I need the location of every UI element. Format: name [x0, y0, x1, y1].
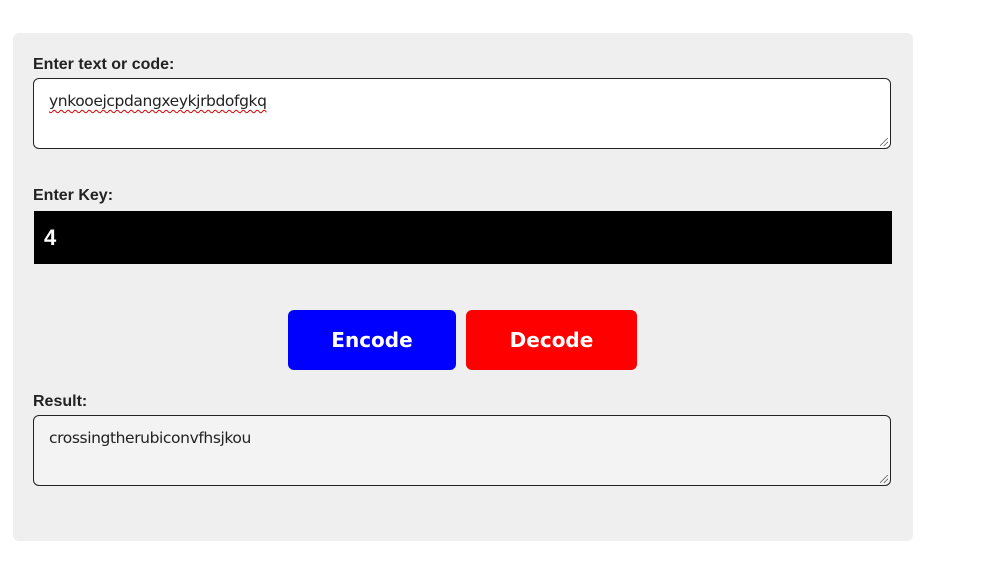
- input-label: Enter text or code:: [33, 56, 175, 73]
- key-label: Enter Key:: [33, 187, 114, 204]
- text-input-area[interactable]: ynkooejcpdangxeykjrbdofgkq: [33, 78, 891, 149]
- encode-button[interactable]: Encode: [288, 310, 456, 370]
- result-label: Result:: [33, 393, 88, 410]
- result-output-area[interactable]: crossingtherubiconvfhsjkou: [33, 415, 891, 486]
- cipher-panel: Enter text or code: ynkooejcpdangxeykjrb…: [13, 33, 913, 541]
- resize-grip-icon[interactable]: [880, 138, 888, 146]
- result-value: crossingtherubiconvfhsjkou: [49, 429, 251, 447]
- decode-button[interactable]: Decode: [466, 310, 637, 370]
- text-input-value: ynkooejcpdangxeykjrbdofgkq: [49, 92, 267, 110]
- key-input[interactable]: 4: [34, 211, 892, 264]
- resize-grip-icon[interactable]: [880, 475, 888, 483]
